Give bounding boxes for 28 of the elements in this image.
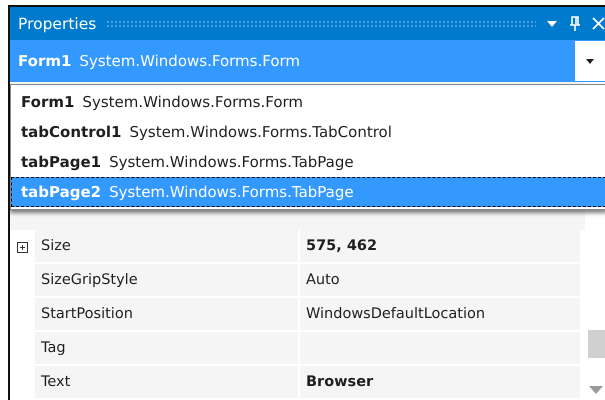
- property-name[interactable]: Text: [35, 366, 300, 400]
- component-type: System.Windows.Forms.TabPage: [109, 153, 354, 171]
- property-name[interactable]: Tag: [35, 332, 300, 366]
- component-type: System.Windows.Forms.TabControl: [129, 123, 392, 141]
- property-value[interactable]: WindowsDefaultLocation: [300, 298, 582, 332]
- component-name: tabControl1: [21, 123, 122, 141]
- property-name[interactable]: SizeGripStyle: [35, 264, 300, 298]
- scroll-down-icon[interactable]: [589, 386, 603, 394]
- close-icon[interactable]: [592, 17, 605, 30]
- pin-icon[interactable]: [570, 16, 580, 31]
- property-value[interactable]: Auto: [300, 264, 582, 298]
- property-value[interactable]: 575, 462: [300, 230, 582, 264]
- expand-icon[interactable]: [17, 242, 28, 252]
- panel-title: Properties: [18, 14, 96, 32]
- scrollbar-thumb[interactable]: [588, 330, 605, 358]
- caret-icon[interactable]: [586, 58, 594, 64]
- dropdown-item[interactable]: Form1 System.Windows.Forms.Form: [11, 87, 605, 117]
- component-name: tabPage1: [21, 153, 102, 171]
- property-value[interactable]: Browser: [300, 366, 582, 400]
- component-name: Form1: [21, 93, 74, 111]
- component-name: tabPage2: [21, 183, 102, 201]
- dropdown-item[interactable]: tabControl1 System.Windows.Forms.TabControl: [11, 117, 605, 147]
- dropdown-item[interactable]: tabPage1 System.Windows.Forms.TabPage: [11, 147, 605, 177]
- component-type: System.Windows.Forms.Form: [82, 93, 304, 111]
- dropdown-arrow-icon[interactable]: [546, 20, 558, 28]
- property-name[interactable]: StartPosition: [35, 298, 300, 332]
- component-type: System.Windows.Forms.TabPage: [109, 183, 354, 201]
- property-name[interactable]: Size: [35, 230, 300, 264]
